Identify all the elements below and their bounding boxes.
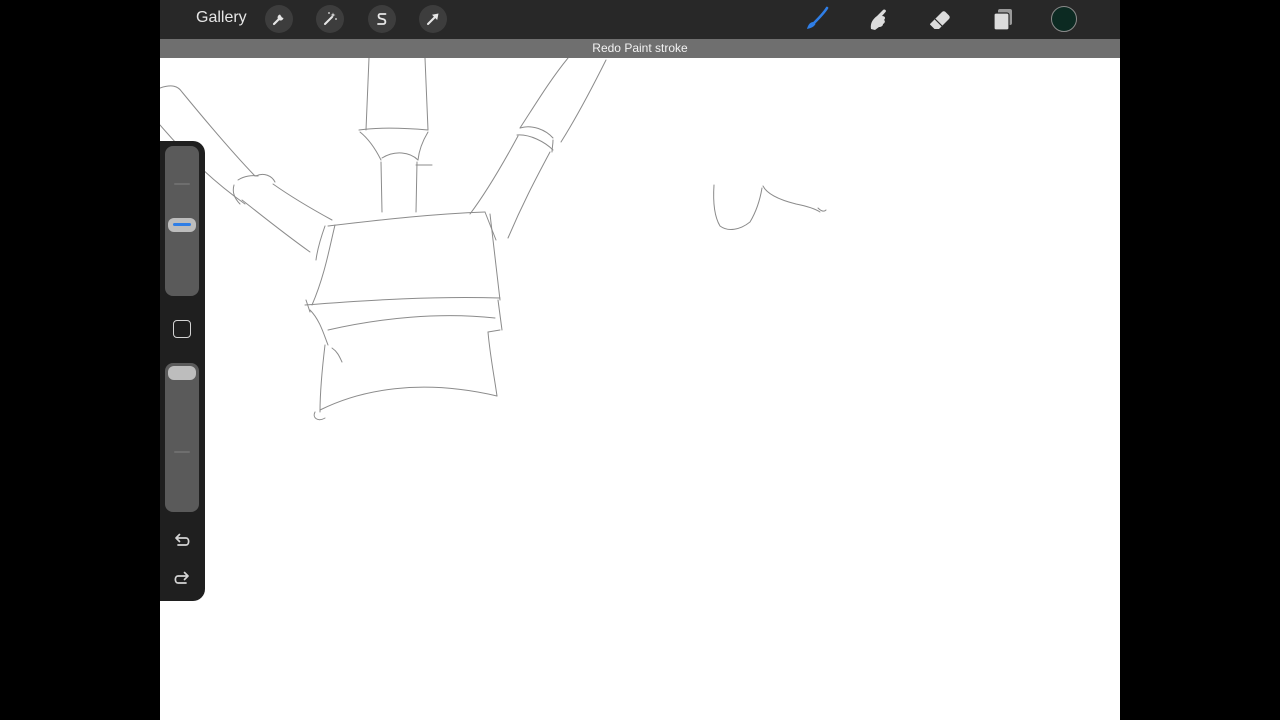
eraser-tool-button[interactable] [926,5,954,33]
redo-arrow-icon [174,571,189,584]
drawing-canvas[interactable] [160,58,1120,720]
layers-button[interactable] [988,5,1016,33]
slider-tick [174,183,190,185]
left-sidebar [160,141,205,601]
transform-button[interactable] [419,5,447,33]
selection-s-icon [377,13,387,25]
wrench-icon [272,14,284,26]
actions-button[interactable] [265,5,293,33]
smudge-finger-icon [870,9,886,30]
modify-button[interactable] [173,320,191,338]
top-toolbar: Gallery [160,0,1120,39]
brush-size-slider-thumb[interactable] [168,217,196,232]
undo-button[interactable] [171,530,193,552]
eraser-icon [930,11,950,29]
gallery-button[interactable]: Gallery [196,9,247,27]
opacity-slider-thumb[interactable] [168,366,196,380]
redo-button[interactable] [171,568,193,590]
active-slider-indicator [173,223,191,227]
selection-button[interactable] [368,5,396,33]
slider-tick [174,451,190,453]
action-notice-banner: Redo Paint stroke [160,39,1120,58]
undo-arrow-icon [175,533,190,546]
square-icon [174,321,190,337]
brush-tool-button[interactable] [802,5,830,33]
color-picker-button[interactable] [1051,6,1077,32]
arrow-cursor-icon [427,13,439,25]
brush-icon [807,6,829,29]
adjustments-button[interactable] [316,5,344,33]
layers-icon [993,9,1012,31]
magic-wand-icon [324,12,337,25]
brush-size-slider[interactable] [165,146,199,296]
opacity-slider[interactable] [165,363,199,512]
smudge-tool-button[interactable] [864,5,892,33]
procreate-app: Gallery Redo Paint stroke [160,0,1120,720]
